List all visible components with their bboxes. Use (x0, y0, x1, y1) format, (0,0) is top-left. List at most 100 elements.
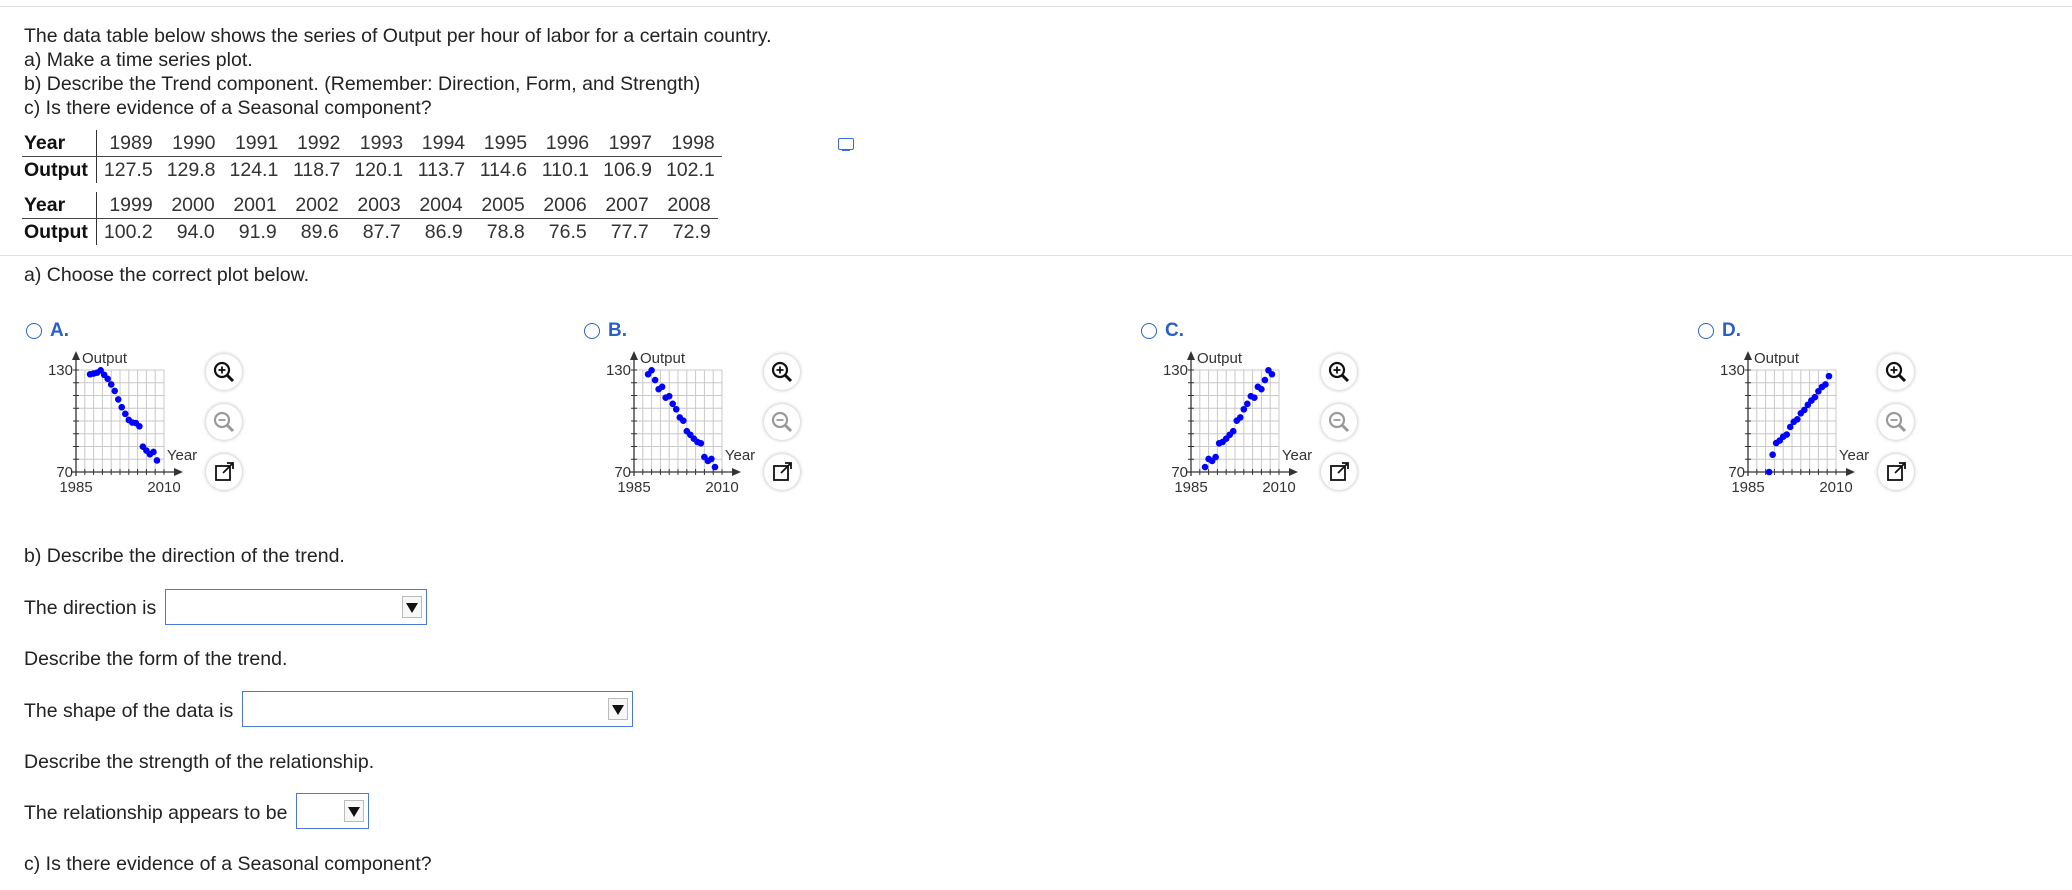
y-axis-label: Output (640, 350, 686, 367)
year-cell: 2002 (283, 192, 346, 219)
form-dropdown[interactable] (242, 691, 633, 727)
chevron-down-icon[interactable] (402, 596, 422, 618)
output-header: Output (22, 156, 97, 183)
option-b[interactable]: B. Output 130 70 1985 2010 Year (584, 318, 824, 518)
open-external-icon[interactable] (206, 454, 242, 490)
copy-icon[interactable] (838, 138, 854, 151)
direction-label: The direction is (24, 597, 157, 619)
data-point (711, 463, 719, 471)
year-cell: 1995 (472, 130, 535, 157)
zoom-in-icon[interactable] (1878, 354, 1914, 390)
data-point (672, 405, 680, 413)
y-axis-arrow (72, 351, 80, 360)
year-cell: 1991 (222, 130, 286, 157)
option-a-radio[interactable] (26, 323, 42, 339)
year-cell: 1990 (159, 130, 223, 157)
data-point (1811, 393, 1819, 401)
output-cell: 106.9 (603, 159, 652, 181)
x-tick-label: 1985 (59, 479, 92, 496)
data-point (1783, 431, 1791, 438)
option-a-letter: A. (50, 320, 69, 341)
data-table-1990s: Year 1989 1990 1991 1992 1993 1994 1995 … (22, 130, 722, 183)
x-tick-label: 2010 (147, 479, 180, 496)
year-cell: 2004 (407, 192, 470, 219)
open-external-icon[interactable] (1321, 454, 1357, 490)
year-cell: 1992 (285, 130, 348, 157)
zoom-out-icon[interactable] (1321, 404, 1357, 440)
output-cell: 91.9 (238, 221, 277, 243)
zoom-out-icon[interactable] (1878, 404, 1914, 440)
output-row: Output 127.5 129.8 124.1 118.7 120.1 113… (22, 156, 722, 183)
question-line-1: The data table below shows the series of… (24, 25, 772, 47)
year-cell: 1997 (596, 130, 659, 157)
output-cell: 110.1 (541, 159, 590, 181)
output-cell: 86.9 (424, 221, 463, 243)
data-point (1765, 468, 1773, 476)
zoom-out-icon[interactable] (206, 404, 242, 440)
year-row: Year 1989 1990 1991 1992 1993 1994 1995 … (22, 130, 722, 157)
output-cell: 113.7 (417, 159, 466, 181)
y-tick-label: 130 (1163, 362, 1188, 379)
strength-prompt: Describe the strength of the relationshi… (24, 751, 375, 773)
y-axis-arrow (1744, 351, 1752, 360)
option-a[interactable]: A. Output 130 70 1985 2010 Year (26, 318, 266, 518)
data-point (1229, 427, 1237, 435)
x-axis-arrow (1846, 468, 1855, 476)
output-cell: 127.5 (103, 159, 153, 181)
x-axis-arrow (732, 468, 741, 476)
output-cell: 87.7 (362, 221, 401, 243)
zoom-out-icon[interactable] (764, 404, 800, 440)
zoom-in-icon[interactable] (1321, 354, 1357, 390)
output-cell: 77.7 (610, 221, 649, 243)
data-point (121, 410, 129, 418)
zoom-in-icon[interactable] (206, 354, 242, 390)
direction-dropdown[interactable] (165, 589, 427, 625)
x-tick-label: 2010 (705, 479, 738, 496)
output-cell: 124.1 (229, 159, 279, 181)
option-d[interactable]: D. Output 130 70 1985 2010 Year (1698, 318, 1938, 518)
option-b-letter: B. (608, 320, 627, 341)
x-tick-label: 1985 (1174, 479, 1207, 496)
data-point (1212, 453, 1219, 461)
year-cell: 2005 (469, 192, 532, 219)
output-cell: 72.9 (672, 221, 711, 243)
option-c-radio[interactable] (1141, 323, 1157, 339)
data-point (1240, 405, 1248, 413)
direction-prompt: b) Describe the direction of the trend. (24, 545, 345, 567)
open-external-icon[interactable] (1878, 454, 1914, 490)
chevron-down-icon[interactable] (344, 800, 364, 822)
data-point (1822, 381, 1829, 388)
data-point (1251, 394, 1258, 402)
year-cell: 2001 (221, 192, 284, 219)
strength-dropdown[interactable] (296, 793, 369, 829)
x-axis-arrow (174, 468, 183, 476)
chevron-down-icon[interactable] (608, 698, 628, 720)
option-b-radio[interactable] (584, 323, 600, 339)
output-cell: 102.1 (665, 159, 715, 181)
zoom-in-icon[interactable] (764, 354, 800, 390)
option-c[interactable]: C. Output 130 70 1985 2010 Year (1141, 318, 1381, 518)
question-line-3: b) Describe the Trend component. (Rememb… (24, 73, 701, 95)
year-header: Year (22, 192, 97, 219)
x-axis-label: Year (167, 447, 197, 464)
y-axis-label: Output (1754, 350, 1800, 367)
output-cell: 89.6 (300, 221, 339, 243)
open-external-icon[interactable] (764, 454, 800, 490)
data-point (1201, 463, 1209, 471)
x-axis-label: Year (1282, 447, 1312, 464)
data-point (1236, 414, 1244, 421)
data-point (1261, 376, 1269, 384)
option-c-letter: C. (1165, 320, 1184, 341)
data-point (1268, 370, 1276, 378)
option-d-radio[interactable] (1698, 323, 1714, 339)
data-point (136, 422, 143, 430)
strength-label: The relationship appears to be (24, 802, 288, 824)
data-point (669, 400, 677, 408)
question-line-4: c) Is there evidence of a Seasonal compo… (24, 97, 432, 119)
x-axis-label: Year (1839, 447, 1869, 464)
year-cell: 2007 (593, 192, 656, 219)
x-tick-label: 2010 (1262, 479, 1295, 496)
year-cell: 1993 (347, 130, 411, 157)
data-point (697, 439, 705, 447)
year-row: Year 1999 2000 2001 2002 2003 2004 2005 … (22, 192, 718, 219)
